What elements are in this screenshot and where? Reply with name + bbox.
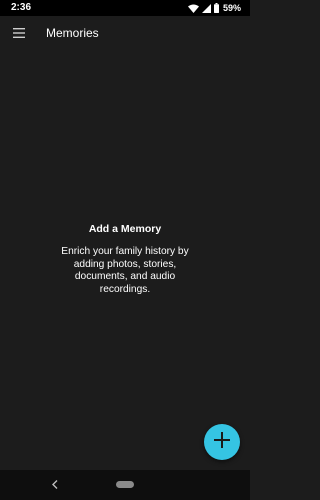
- app-bar: Memories: [0, 16, 250, 52]
- back-chevron-icon: [52, 476, 58, 494]
- battery-percent: 59%: [222, 3, 241, 13]
- signal-icon: [201, 3, 211, 13]
- empty-state-title: Add a Memory: [88, 223, 162, 235]
- status-icons: 59%: [187, 2, 241, 14]
- nav-back-button[interactable]: [48, 478, 62, 492]
- status-bar: 2:36 59%: [0, 0, 250, 16]
- hamburger-menu-icon: [13, 25, 25, 43]
- add-memory-button[interactable]: [204, 424, 240, 460]
- empty-state: Add a Memory Enrich your family history …: [0, 222, 250, 296]
- empty-state-description: Enrich your family history by adding pho…: [61, 246, 189, 295]
- page-title: Memories: [46, 26, 99, 40]
- plus-icon: [214, 431, 230, 453]
- home-pill-icon[interactable]: [116, 481, 134, 488]
- status-time: 2:36: [11, 2, 32, 13]
- menu-button[interactable]: [8, 23, 30, 45]
- wifi-icon: [187, 4, 199, 13]
- battery-icon: [213, 3, 219, 13]
